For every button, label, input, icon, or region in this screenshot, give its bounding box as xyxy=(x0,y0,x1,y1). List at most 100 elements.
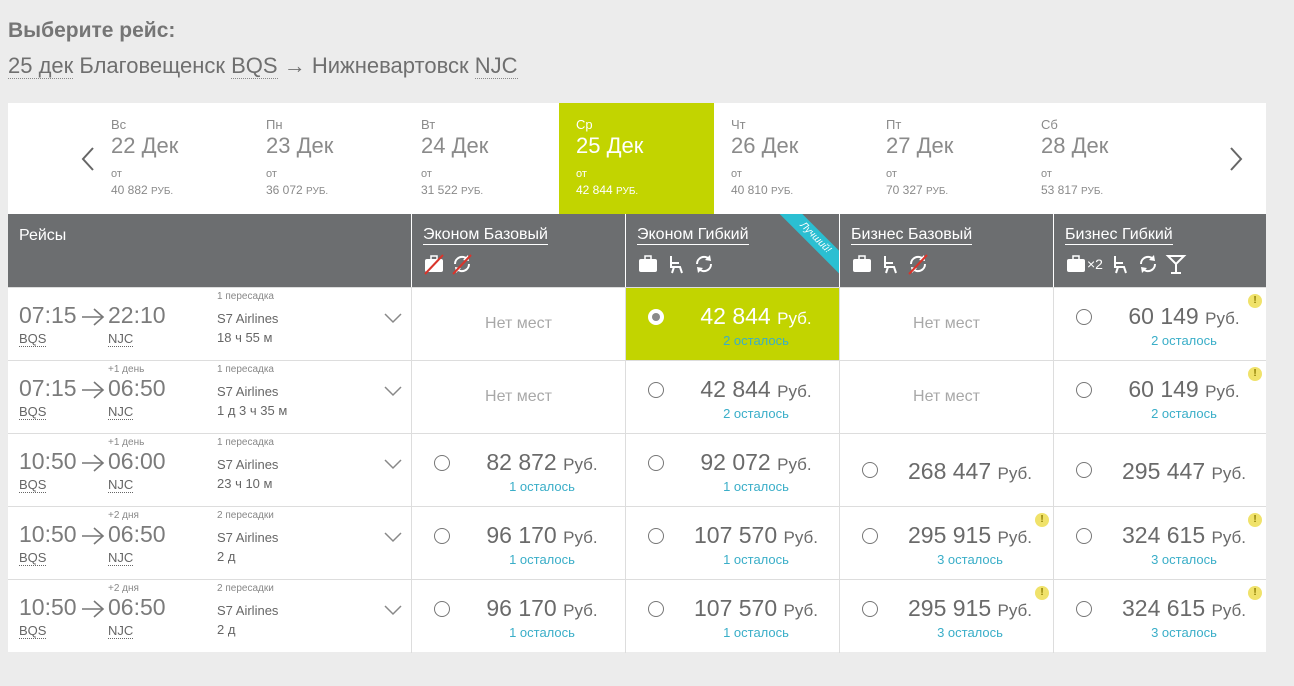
departure-airport[interactable]: BQS xyxy=(19,551,47,566)
arrow-right-icon xyxy=(82,308,105,326)
date-carousel: Вс 22 Дек от 40 882 РУБ. Пн 23 Дек от 36 072 РУ… xyxy=(8,103,1266,214)
fare-price-currency: Руб. xyxy=(777,309,812,328)
fare-radio[interactable] xyxy=(434,455,450,471)
date-min-price: 40 810 РУБ. xyxy=(731,183,869,197)
arrival-airport[interactable]: NJC xyxy=(108,332,134,347)
fare-radio[interactable] xyxy=(648,601,664,617)
arrival-airport[interactable]: NJC xyxy=(108,478,134,493)
fare-radio[interactable] xyxy=(648,528,664,544)
fare-cell[interactable]: 82 872 Руб. 1 осталось xyxy=(411,434,625,507)
date-price-value: 40 882 xyxy=(111,183,148,197)
arrival-time: 06:50 xyxy=(108,594,166,620)
route-arrow-icon: → xyxy=(283,53,306,78)
date-option[interactable]: Вс 22 Дек от 40 882 РУБ. xyxy=(94,103,249,214)
date-option[interactable]: Вт 24 Дек от 31 522 РУБ. xyxy=(404,103,559,214)
fare-cell[interactable]: 92 072 Руб. 1 осталось xyxy=(625,434,839,507)
fare-radio[interactable] xyxy=(862,462,878,478)
arrival-airport[interactable]: NJC xyxy=(108,405,134,420)
chevron-down-icon[interactable] xyxy=(384,604,402,616)
date-label: 24 Дек xyxy=(421,133,489,158)
date-price-currency: РУБ. xyxy=(306,186,329,197)
chevron-down-icon[interactable] xyxy=(384,458,402,470)
date-weekday: Вс xyxy=(111,117,127,132)
fare-radio[interactable] xyxy=(862,528,878,544)
date-price-value: 31 522 xyxy=(421,183,458,197)
warning-icon[interactable]: ! xyxy=(1248,586,1262,600)
fare-cell[interactable]: 96 170 Руб. 1 осталось xyxy=(411,507,625,580)
fare-cell[interactable]: 60 149 Руб. 2 осталось! xyxy=(1053,288,1266,361)
fare-cell[interactable]: 295 915 Руб. 3 осталось! xyxy=(839,507,1053,580)
fare-cell[interactable]: 96 170 Руб. 1 осталось xyxy=(411,580,625,653)
fare-cell[interactable]: 324 615 Руб. 3 осталось! xyxy=(1053,507,1266,580)
fare-name-economy-basic[interactable]: Эконом Базовый xyxy=(423,226,548,245)
fare-cell[interactable]: 107 570 Руб. 1 осталось xyxy=(625,507,839,580)
chevron-down-icon[interactable] xyxy=(384,531,402,543)
date-option[interactable]: Ср 25 Дек от 42 844 РУБ. xyxy=(559,103,714,214)
date-weekday: Чт xyxy=(731,117,746,132)
date-option[interactable]: Пн 23 Дек от 36 072 РУБ. xyxy=(249,103,404,214)
fare-cell[interactable]: 295 447 Руб. xyxy=(1053,434,1266,507)
fare-price-value: 92 072 xyxy=(700,449,771,475)
warning-icon[interactable]: ! xyxy=(1035,586,1049,600)
fare-cell[interactable]: 268 447 Руб. xyxy=(839,434,1053,507)
departure-airport[interactable]: BQS xyxy=(19,624,47,639)
fare-price: 295 447 Руб. xyxy=(1104,458,1264,485)
departure-airport[interactable]: BQS xyxy=(19,405,47,420)
route-from-code[interactable]: BQS xyxy=(231,53,278,79)
date-weekday: Пт xyxy=(886,117,902,132)
fare-cell[interactable]: 295 915 Руб. 3 осталось! xyxy=(839,580,1053,653)
fare-cell[interactable]: 42 844 Руб. 2 осталось xyxy=(625,361,839,434)
fare-radio[interactable] xyxy=(648,309,664,325)
fare-radio[interactable] xyxy=(648,382,664,398)
fare-radio[interactable] xyxy=(1076,462,1092,478)
date-from-label: от xyxy=(886,168,897,180)
fare-price-currency: Руб. xyxy=(563,455,598,474)
warning-icon[interactable]: ! xyxy=(1248,513,1262,527)
exchange-icon xyxy=(695,255,713,273)
baggage-icon xyxy=(853,255,871,272)
warning-icon[interactable]: ! xyxy=(1248,294,1262,308)
date-option[interactable]: Чт 26 Дек от 40 810 РУБ. xyxy=(714,103,869,214)
fare-radio[interactable] xyxy=(1076,601,1092,617)
fare-price-currency: Руб. xyxy=(1205,309,1240,328)
flight-duration: 1 д 3 ч 35 м xyxy=(217,403,288,418)
departure-airport[interactable]: BQS xyxy=(19,332,47,347)
date-from-label: от xyxy=(1041,168,1052,180)
fare-radio[interactable] xyxy=(434,601,450,617)
seat-icon xyxy=(1113,256,1127,274)
fare-cell[interactable]: 60 149 Руб. 2 осталось! xyxy=(1053,361,1266,434)
arrival-airport[interactable]: NJC xyxy=(108,551,134,566)
fare-cell[interactable]: 107 570 Руб. 1 осталось xyxy=(625,580,839,653)
seats-left-label: 2 осталось xyxy=(723,333,789,348)
fare-header-business-flex: Бизнес Гибкий ×2 xyxy=(1053,214,1266,287)
fare-radio[interactable] xyxy=(648,455,664,471)
route-to-code[interactable]: NJC xyxy=(474,53,518,79)
fare-radio[interactable] xyxy=(434,528,450,544)
date-from-label: от xyxy=(576,168,587,180)
fare-name-business-flex[interactable]: Бизнес Гибкий xyxy=(1065,226,1173,245)
departure-airport[interactable]: BQS xyxy=(19,478,47,493)
airline-name: S7 Airlines xyxy=(217,384,279,399)
page-title: Выберите рейс: xyxy=(8,19,176,42)
fare-cell[interactable]: 324 615 Руб. 3 осталось! xyxy=(1053,580,1266,653)
fare-cell[interactable]: 42 844 Руб. 2 осталось xyxy=(625,288,839,361)
fare-name-business-basic[interactable]: Бизнес Базовый xyxy=(851,226,973,245)
next-dates-button[interactable] xyxy=(1206,103,1266,214)
fare-radio[interactable] xyxy=(862,601,878,617)
chevron-down-icon[interactable] xyxy=(384,385,402,397)
chevron-down-icon[interactable] xyxy=(384,312,402,324)
arrival-airport[interactable]: NJC xyxy=(108,624,134,639)
fare-name-economy-flex[interactable]: Эконом Гибкий xyxy=(637,226,749,245)
warning-icon[interactable]: ! xyxy=(1248,367,1262,381)
date-option[interactable]: Сб 28 Дек от 53 817 РУБ. xyxy=(1024,103,1179,214)
fare-radio[interactable] xyxy=(1076,382,1092,398)
fare-radio[interactable] xyxy=(1076,528,1092,544)
warning-icon[interactable]: ! xyxy=(1035,513,1049,527)
flight-row: 10:50 06:00 BQS NJC +1 день 1 пересадка … xyxy=(8,433,1266,507)
date-min-price: 40 882 РУБ. xyxy=(111,183,249,197)
route-date-link[interactable]: 25 дек xyxy=(8,53,74,79)
fare-radio[interactable] xyxy=(1076,309,1092,325)
date-option[interactable]: Пт 27 Дек от 70 327 РУБ. xyxy=(869,103,1024,214)
arrival-time: 06:50 xyxy=(108,521,166,547)
no-seats-label: Нет мест xyxy=(913,315,980,332)
